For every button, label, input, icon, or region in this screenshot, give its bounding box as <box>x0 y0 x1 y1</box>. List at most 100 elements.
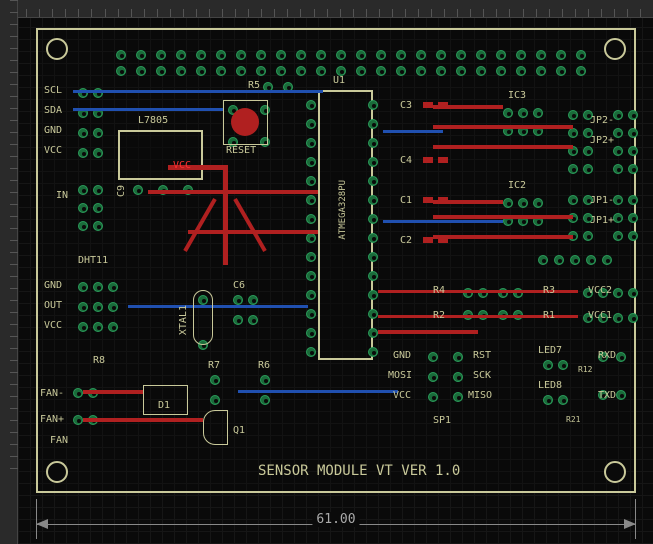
pcb-pad[interactable] <box>78 203 88 213</box>
pcb-pad[interactable] <box>368 290 378 300</box>
pcb-pad[interactable] <box>586 255 596 265</box>
pcb-pad[interactable] <box>568 195 578 205</box>
pcb-pad[interactable] <box>78 148 88 158</box>
pcb-pad[interactable] <box>73 415 83 425</box>
pcb-pad[interactable] <box>93 148 103 158</box>
pcb-pad[interactable] <box>276 66 286 76</box>
pcb-pad[interactable] <box>116 50 126 60</box>
pcb-pad[interactable] <box>376 50 386 60</box>
pcb-pad[interactable] <box>613 146 623 156</box>
pcb-pad[interactable] <box>108 302 118 312</box>
pcb-pad[interactable] <box>306 271 316 281</box>
pcb-pad[interactable] <box>210 375 220 385</box>
pcb-pad[interactable] <box>306 176 316 186</box>
pcb-pad[interactable] <box>216 50 226 60</box>
pcb-pad[interactable] <box>616 352 626 362</box>
pcb-pad[interactable] <box>296 66 306 76</box>
pcb-pad[interactable] <box>628 110 638 120</box>
pcb-pad[interactable] <box>613 164 623 174</box>
pcb-pad[interactable] <box>156 50 166 60</box>
pcb-pad[interactable] <box>93 185 103 195</box>
pcb-pad[interactable] <box>368 195 378 205</box>
pcb-pad[interactable] <box>306 290 316 300</box>
pcb-pad[interactable] <box>428 392 438 402</box>
pcb-pad[interactable] <box>256 66 266 76</box>
pcb-pad[interactable] <box>613 110 623 120</box>
pcb-pad[interactable] <box>276 50 286 60</box>
pcb-pad[interactable] <box>256 50 266 60</box>
pcb-pad[interactable] <box>133 185 143 195</box>
pcb-pad[interactable] <box>583 164 593 174</box>
pcb-pad[interactable] <box>93 128 103 138</box>
pcb-pad[interactable] <box>78 128 88 138</box>
pcb-pad[interactable] <box>316 50 326 60</box>
pcb-pad[interactable] <box>368 119 378 129</box>
pcb-pad[interactable] <box>476 66 486 76</box>
pcb-pad[interactable] <box>368 347 378 357</box>
pcb-pad[interactable] <box>583 146 593 156</box>
pcb-pad[interactable] <box>368 176 378 186</box>
pcb-pad[interactable] <box>556 50 566 60</box>
pcb-pad[interactable] <box>628 288 638 298</box>
pcb-pad[interactable] <box>233 295 243 305</box>
pcb-pad[interactable] <box>306 157 316 167</box>
pcb-pad[interactable] <box>543 395 553 405</box>
pcb-pad[interactable] <box>78 221 88 231</box>
pcb-pad[interactable] <box>78 185 88 195</box>
pcb-pad[interactable] <box>108 282 118 292</box>
pcb-pad[interactable] <box>368 157 378 167</box>
pcb-pad[interactable] <box>196 50 206 60</box>
pcb-pad[interactable] <box>616 390 626 400</box>
pcb-pad[interactable] <box>176 50 186 60</box>
pcb-pad[interactable] <box>533 108 543 118</box>
pcb-pad[interactable] <box>518 198 528 208</box>
pcb-pad[interactable] <box>93 221 103 231</box>
pcb-pad[interactable] <box>628 213 638 223</box>
pcb-pad[interactable] <box>78 282 88 292</box>
pcb-pad[interactable] <box>306 214 316 224</box>
pcb-pad[interactable] <box>368 328 378 338</box>
pcb-pad[interactable] <box>210 395 220 405</box>
reset-button[interactable] <box>223 100 268 145</box>
pcb-pad[interactable] <box>116 66 126 76</box>
pcb-pad[interactable] <box>196 66 206 76</box>
pcb-pad[interactable] <box>576 66 586 76</box>
pcb-pad[interactable] <box>436 66 446 76</box>
pcb-pad[interactable] <box>93 203 103 213</box>
pcb-pad[interactable] <box>556 66 566 76</box>
pcb-pad[interactable] <box>602 255 612 265</box>
pcb-pad[interactable] <box>628 313 638 323</box>
pcb-pad[interactable] <box>396 50 406 60</box>
pcb-pad[interactable] <box>496 50 506 60</box>
pcb-pad[interactable] <box>93 282 103 292</box>
pcb-pad[interactable] <box>628 146 638 156</box>
pcb-pad[interactable] <box>216 66 226 76</box>
pcb-pad[interactable] <box>396 66 406 76</box>
pcb-pad[interactable] <box>428 352 438 362</box>
crystal-xtal1[interactable] <box>193 290 213 345</box>
pcb-pad[interactable] <box>248 315 258 325</box>
pcb-pad[interactable] <box>356 50 366 60</box>
pcb-pad[interactable] <box>628 231 638 241</box>
pcb-pad[interactable] <box>136 50 146 60</box>
pcb-pad[interactable] <box>568 110 578 120</box>
pcb-pad[interactable] <box>456 50 466 60</box>
pcb-pad[interactable] <box>236 66 246 76</box>
pcb-design-area[interactable]: // placeholder - pads rendered below via… <box>18 18 653 544</box>
pcb-pad[interactable] <box>306 233 316 243</box>
pcb-pad[interactable] <box>453 352 463 362</box>
pcb-pad[interactable] <box>368 214 378 224</box>
pcb-pad[interactable] <box>503 198 513 208</box>
pcb-pad[interactable] <box>436 50 446 60</box>
pcb-pad[interactable] <box>356 66 366 76</box>
pcb-pad[interactable] <box>336 50 346 60</box>
pcb-pad[interactable] <box>296 50 306 60</box>
pcb-pad[interactable] <box>416 50 426 60</box>
pcb-pad[interactable] <box>306 252 316 262</box>
pcb-pad[interactable] <box>570 255 580 265</box>
pcb-pad[interactable] <box>533 198 543 208</box>
pcb-pad[interactable] <box>456 66 466 76</box>
pcb-pad[interactable] <box>368 138 378 148</box>
pcb-pad[interactable] <box>93 322 103 332</box>
pcb-pad[interactable] <box>306 328 316 338</box>
